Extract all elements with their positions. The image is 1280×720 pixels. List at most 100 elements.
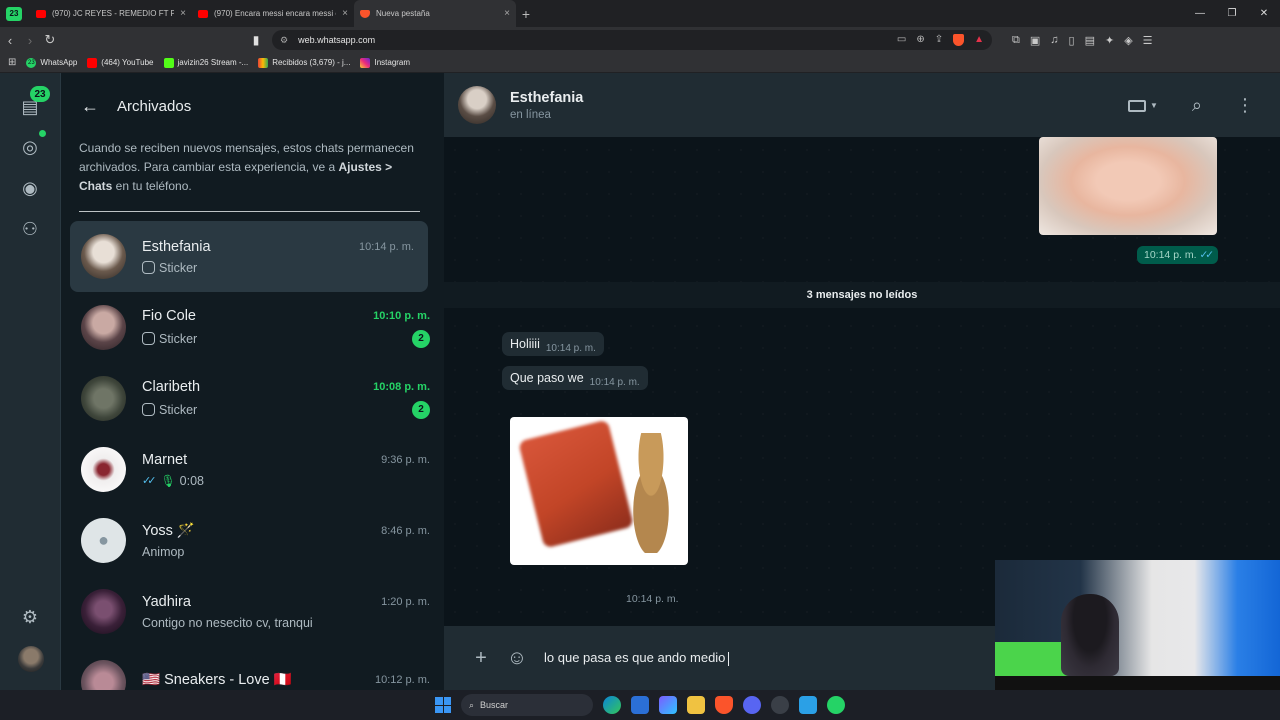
- minimize-icon[interactable]: —: [1184, 8, 1216, 19]
- chats-unread-badge: 23: [30, 86, 50, 102]
- obs-icon[interactable]: [771, 696, 789, 714]
- chat-name: Fio Cole: [142, 307, 196, 324]
- restore-icon[interactable]: ❐: [1216, 8, 1248, 19]
- notepad-icon[interactable]: [799, 696, 817, 714]
- close-window-icon[interactable]: ✕: [1248, 8, 1280, 19]
- webcam-person: [1061, 594, 1119, 676]
- chat-item-sneakers-love[interactable]: 🇺🇸 Sneakers - Love 🇵🇪 10:12 p. m.: [61, 647, 444, 690]
- browser-tab-youtube-1[interactable]: (970) JC REYES - REMEDIO FT PIRLO ×: [30, 0, 192, 27]
- brave-icon[interactable]: [715, 696, 733, 714]
- sticker-message[interactable]: [510, 417, 688, 565]
- wallet-icon[interactable]: ▤: [1085, 34, 1095, 47]
- back-arrow-icon[interactable]: ←: [81, 96, 99, 117]
- bookmark-icon[interactable]: ▮: [250, 33, 262, 47]
- settings-icon[interactable]: ⚙: [18, 605, 42, 629]
- chat-item-esthefania[interactable]: Esthefania 10:14 p. m. Sticker: [70, 221, 428, 292]
- unread-count-badge: 2: [412, 329, 430, 348]
- info-text-suffix: en tu teléfono.: [112, 179, 192, 193]
- bookmark-whatsapp[interactable]: 23 WhatsApp: [26, 57, 77, 68]
- chat-item-yadhira[interactable]: Yadhira 1:20 p. m. Contigo no nesecito cv…: [61, 576, 444, 647]
- kick-favicon-icon: [163, 57, 174, 68]
- profile-avatar[interactable]: [18, 646, 44, 672]
- chat-item-yoss[interactable]: ● Yoss 🪄 8:46 p. m. Animop: [61, 505, 444, 576]
- sent-image-message[interactable]: [1039, 137, 1217, 235]
- default-avatar-icon: ●: [98, 530, 109, 550]
- incoming-message[interactable]: Holiiii 10:14 p. m.: [502, 332, 604, 356]
- message-input[interactable]: lo que pasa es que ando medio: [544, 650, 730, 666]
- sidebar-icon[interactable]: ▯: [1069, 34, 1075, 47]
- sent-image-time: 10:14 p. m. ✓✓: [1137, 246, 1219, 264]
- chat-time: 10:08 p. m.: [373, 380, 430, 393]
- media-icon[interactable]: ♫: [1050, 34, 1058, 47]
- sticker-brick: [518, 419, 634, 549]
- store-icon[interactable]: [631, 696, 649, 714]
- vpn-icon[interactable]: ◈: [1124, 34, 1132, 47]
- brave-rewards-icon[interactable]: ▲: [974, 34, 984, 46]
- youtube-favicon-icon: [87, 57, 98, 68]
- file-explorer-icon[interactable]: [687, 696, 705, 714]
- reload-icon[interactable]: ↻: [40, 32, 60, 48]
- extensions-icon[interactable]: ⧉: [1012, 34, 1020, 47]
- address-bar[interactable]: ⚙ web.whatsapp.com ▭ ⊕ ⇪ ▲: [272, 30, 992, 50]
- site-info-icon[interactable]: ⚙: [280, 35, 288, 46]
- whatsapp-icon[interactable]: [827, 696, 845, 714]
- avatar: [81, 660, 126, 690]
- search-icon[interactable]: ⌕: [1192, 95, 1202, 116]
- status-icon[interactable]: ◎: [18, 135, 42, 159]
- video-call-button[interactable]: ▼: [1127, 95, 1158, 116]
- contact-name: Esthefania: [510, 89, 584, 106]
- taskbar-search[interactable]: ⌕ Buscar: [461, 694, 593, 716]
- chat-name: Claribeth: [142, 378, 201, 395]
- tab-close-icon[interactable]: ×: [504, 8, 510, 19]
- new-tab-button[interactable]: +: [516, 6, 536, 22]
- chat-item-marnet[interactable]: Marnet 9:36 p. m. ✓✓ 🎙 0:08: [61, 434, 444, 505]
- apps-grid-icon[interactable]: ⊞: [8, 57, 16, 68]
- chat-item-fio-cole[interactable]: Fio Cole 10:10 p. m. Sticker 2: [61, 292, 444, 363]
- cast-icon[interactable]: ▭: [897, 34, 906, 46]
- back-icon[interactable]: ‹: [0, 33, 20, 48]
- menu-kebab-icon[interactable]: ⋮: [1236, 95, 1254, 116]
- communities-icon[interactable]: ⚇: [18, 217, 42, 241]
- chat-time: 10:12 p. m.: [374, 673, 430, 686]
- conversation-header[interactable]: Esthefania en línea ▼ ⌕ ⋮: [444, 73, 1280, 137]
- webcam-bottom-bar: [995, 676, 1280, 690]
- read-ticks-icon: ✓✓: [142, 475, 157, 487]
- chat-time: 8:46 p. m.: [381, 524, 430, 537]
- leo-icon[interactable]: ✦: [1105, 34, 1114, 47]
- zoom-icon[interactable]: ⊕: [916, 34, 924, 46]
- avatar: [81, 305, 126, 350]
- browser-tab-new[interactable]: Nueva pestaña ×: [354, 0, 516, 27]
- emoji-icon[interactable]: ☺: [506, 647, 528, 670]
- share-icon[interactable]: ⇪: [935, 34, 943, 46]
- tab-count-badge[interactable]: 23: [6, 6, 22, 21]
- bookmark-youtube[interactable]: (464) YouTube: [87, 57, 154, 68]
- bookmark-kick[interactable]: javizin26 Stream -...: [163, 57, 248, 68]
- edge-icon[interactable]: [603, 696, 621, 714]
- chat-item-claribeth[interactable]: Claribeth 10:08 p. m. Sticker 2: [61, 363, 444, 434]
- channels-icon[interactable]: ◉: [18, 176, 42, 200]
- browser-tab-bar: 23 (970) JC REYES - REMEDIO FT PIRLO × (…: [0, 0, 1280, 27]
- contact-status: en línea: [510, 108, 551, 121]
- brave-favicon-icon: [360, 9, 370, 18]
- menu-icon[interactable]: ☰: [1143, 34, 1153, 47]
- windows-start-icon[interactable]: [435, 697, 451, 713]
- chat-time: 10:14 p. m.: [358, 240, 414, 253]
- attach-plus-icon[interactable]: +: [470, 647, 492, 670]
- preview-text: Sticker: [159, 402, 198, 417]
- discord-icon[interactable]: [743, 696, 761, 714]
- tab-close-icon[interactable]: ×: [342, 8, 348, 19]
- sticker-icon: [142, 403, 155, 416]
- screenshot-icon[interactable]: ▣: [1030, 34, 1040, 47]
- forward-icon[interactable]: ›: [20, 33, 40, 48]
- tab-close-icon[interactable]: ×: [180, 8, 186, 19]
- bookmark-gmail[interactable]: Recibidos (3,679) - j...: [258, 57, 350, 68]
- contact-avatar[interactable]: [458, 86, 496, 124]
- browser-tab-youtube-2[interactable]: (970) Encara messi encara messi enca ×: [192, 0, 354, 27]
- archived-header: ← Archivados: [61, 73, 444, 139]
- url-text: web.whatsapp.com: [298, 35, 376, 45]
- brave-shields-icon[interactable]: [953, 34, 965, 46]
- chat-time: 10:10 p. m.: [373, 309, 430, 322]
- bookmark-instagram[interactable]: Instagram: [360, 57, 410, 68]
- widget-app-icon[interactable]: [659, 696, 677, 714]
- incoming-message[interactable]: Que paso we 10:14 p. m.: [502, 366, 648, 390]
